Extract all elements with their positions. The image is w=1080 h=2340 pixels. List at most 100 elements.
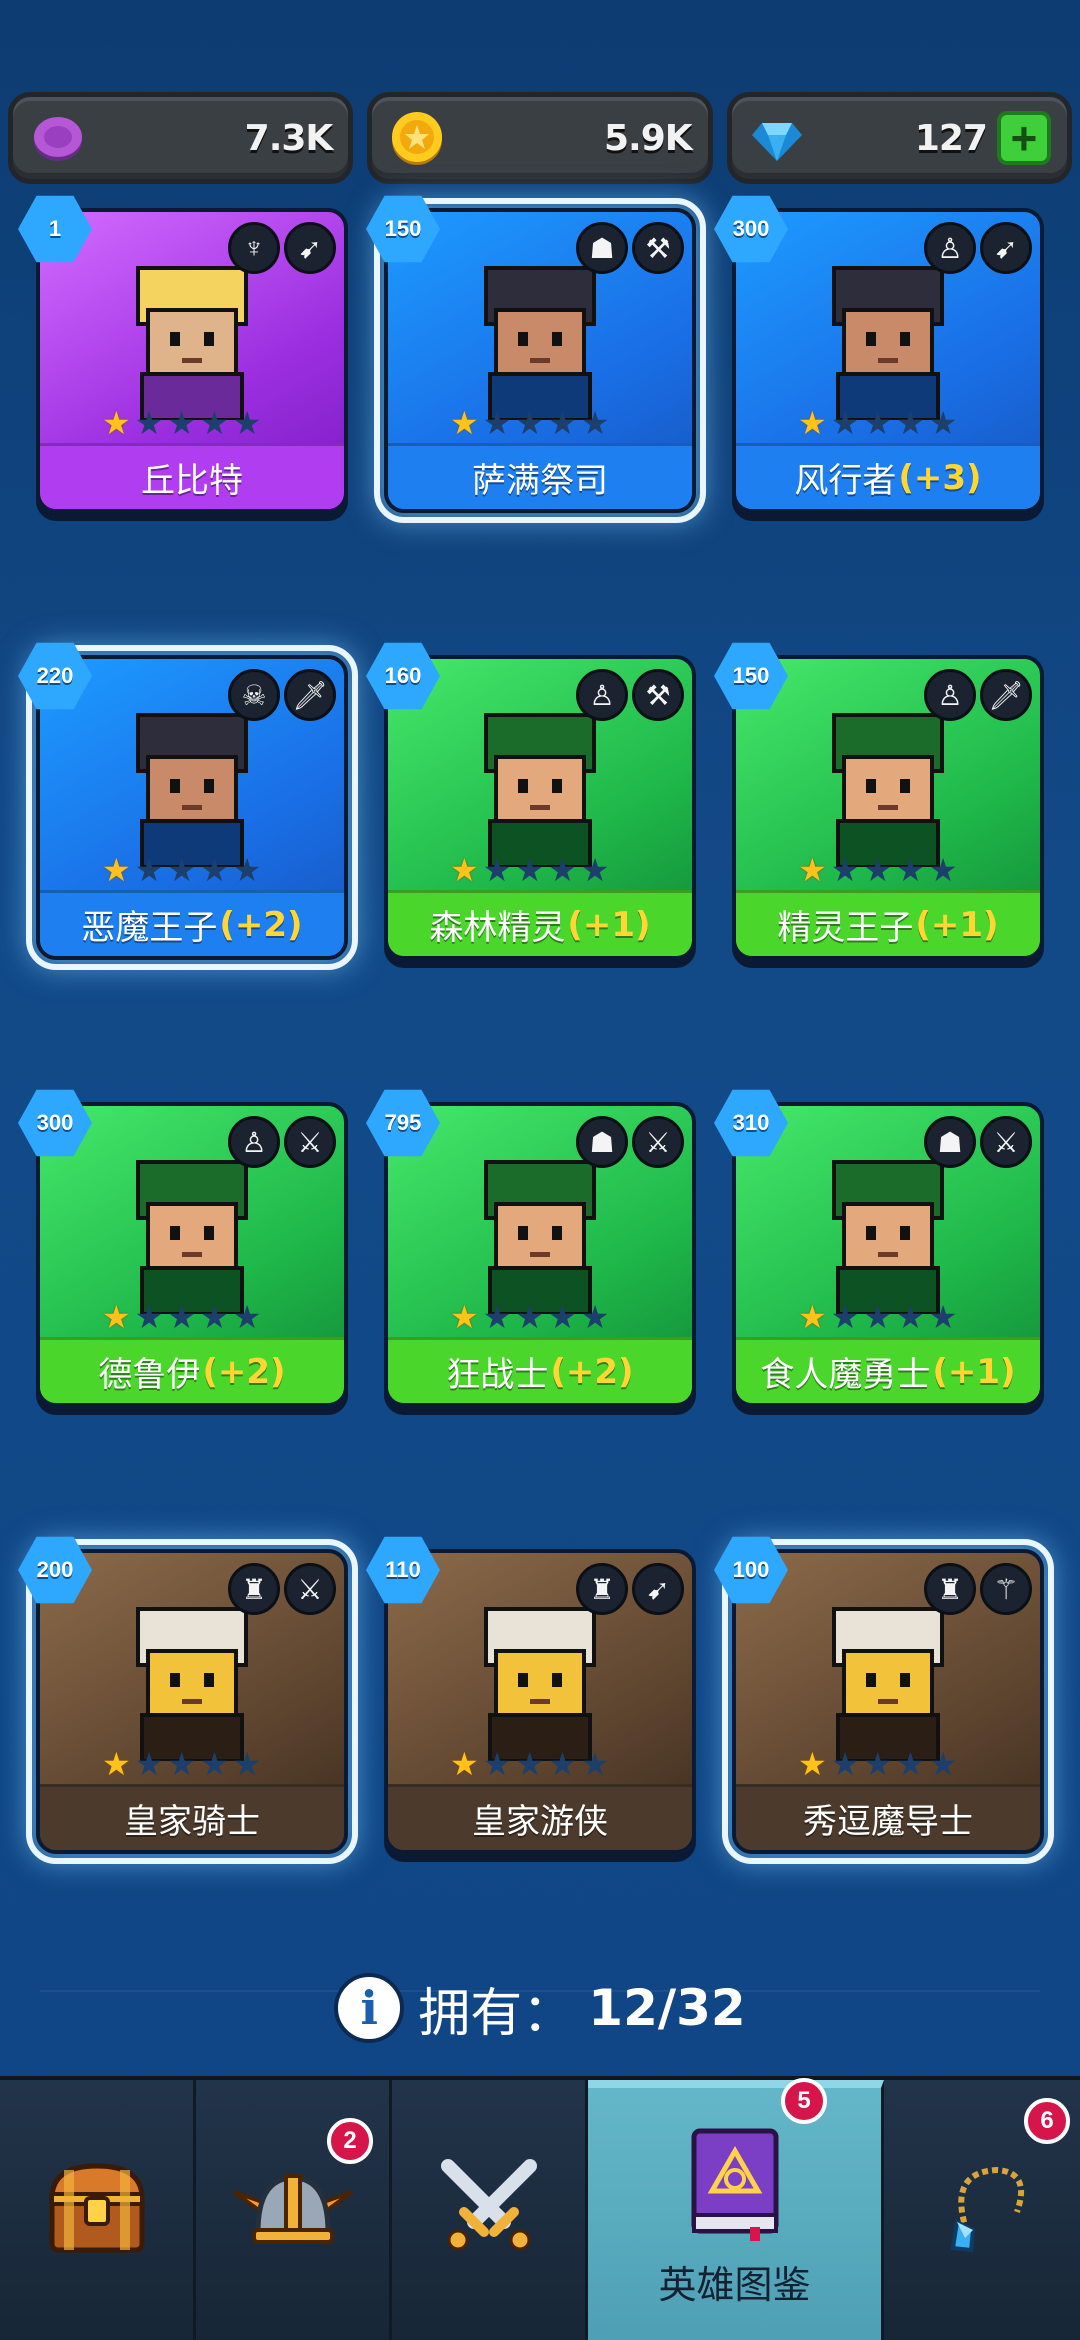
star-icon: ★ (863, 405, 893, 441)
hero-card-wrapper: ♙ 🗡 ★ ★ ★ ★ ★ 精灵王子 (+1) 150 (714, 642, 1044, 960)
nav-amulet-badge: 6 (1024, 2098, 1070, 2144)
hero-name-text: 秀逗魔导士 (803, 1802, 973, 1842)
star-rating: ★ ★ ★ ★ ★ (102, 1301, 261, 1333)
purple-coin-counter[interactable]: 7.3K (8, 92, 354, 184)
hero-name-text: 风行者 (794, 461, 897, 501)
hero-card-wrapper: ♙ ⚔ ★ ★ ★ ★ ★ 德鲁伊 (+2) 300 (18, 1089, 348, 1407)
hero-card-wrapper: ♙ ⚒ ★ ★ ★ ★ ★ 森林精灵 (+1) 160 (366, 642, 696, 960)
hero-name: 精灵王子 (+1) (736, 890, 1040, 956)
hero-cost: 1 (18, 195, 92, 263)
hero-cost-badge: 110 (366, 1533, 440, 1607)
nav-heroes[interactable]: 2 (196, 2080, 392, 2340)
orc-icon: ☗ (576, 222, 628, 274)
hammer-icon: ⚒ (632, 669, 684, 721)
star-rating: ★ ★ ★ ★ ★ (798, 854, 957, 886)
star-icon: ★ (863, 1299, 893, 1335)
hero-name: 风行者 (+3) (736, 443, 1040, 509)
sword-icon: ⚔ (284, 1116, 336, 1168)
elf-icon: ♙ (576, 669, 628, 721)
hero-portrait (484, 1160, 596, 1314)
star-icon: ★ (482, 1299, 512, 1335)
nav-hero-codex-badge: 5 (781, 2078, 827, 2124)
owned-value: 12/32 (588, 1979, 746, 2037)
hero-cost: 310 (714, 1089, 788, 1157)
hero-card-wrapper: ♜ ⚚ ★ ★ ★ ★ ★ 秀逗魔导士 100 (714, 1536, 1054, 1864)
gem-counter[interactable]: 127 + (726, 92, 1072, 184)
star-icon: ★ (232, 852, 262, 888)
hero-cost: 300 (18, 1089, 92, 1157)
hero-name: 秀逗魔导士 (736, 1784, 1040, 1850)
hero-name: 皇家游侠 (388, 1784, 692, 1850)
dagger-icon: 🗡 (980, 669, 1032, 721)
add-gems-button[interactable]: + (996, 111, 1051, 165)
elf-icon: ♙ (924, 222, 976, 274)
star-icon: ★ (928, 1299, 958, 1335)
demon-skull-icon: ☠ (228, 669, 280, 721)
hero-portrait (136, 713, 248, 867)
star-icon: ★ (928, 1746, 958, 1782)
star-icon: ★ (548, 405, 577, 441)
spellbook-icon (680, 2123, 790, 2248)
star-icon: ★ (232, 405, 262, 441)
nav-heroes-badge: 2 (327, 2118, 373, 2164)
hero-cost-badge: 1 (18, 192, 92, 266)
star-icon: ★ (896, 405, 925, 441)
star-icon: ★ (134, 852, 164, 888)
hero-name: 皇家骑士 (40, 1784, 344, 1850)
hero-portrait (484, 1607, 596, 1761)
star-icon: ★ (232, 1746, 262, 1782)
star-icon: ★ (863, 852, 893, 888)
info-icon[interactable]: i (334, 1973, 405, 2043)
nav-chest[interactable] (0, 2080, 196, 2340)
star-rating: ★ ★ ★ ★ ★ (798, 407, 957, 439)
hero-cost: 200 (18, 1536, 92, 1604)
orc-icon: ☗ (924, 1116, 976, 1168)
star-icon: ★ (580, 405, 610, 441)
star-rating: ★ ★ ★ ★ ★ (450, 1301, 609, 1333)
hero-portrait (136, 266, 248, 420)
hero-grid: ♆ ➹ ★ ★ ★ ★ ★ 丘比特 1 ☗ ⚒ ★ ★ ★ ★ ★ 萨满祭司 150 ♙ ➹ ★ ★ ★ ★ ★ 风行者 (+3) 3… (18, 195, 1054, 1864)
crossed-swords-icon (434, 2152, 544, 2267)
hero-name: 食人魔勇士 (+1) (736, 1337, 1040, 1403)
hero-name-text: 皇家骑士 (124, 1802, 260, 1842)
star-icon: ★ (167, 405, 197, 441)
gold-coin-icon (388, 109, 446, 167)
hero-cost-badge: 300 (18, 1086, 92, 1160)
star-icon: ★ (200, 1746, 229, 1782)
hero-name: 森林精灵 (+1) (388, 890, 692, 956)
nav-amulet[interactable]: 6 (884, 2080, 1080, 2340)
gold-coin-counter[interactable]: 5.9K (367, 92, 713, 184)
hero-name-text: 食人魔勇士 (760, 1355, 931, 1395)
owned-counter: i 拥有： 12/32 (0, 1968, 1080, 2048)
star-icon: ★ (548, 1746, 577, 1782)
elf-icon: ♙ (924, 669, 976, 721)
hero-bonus: (+2) (219, 904, 303, 945)
amulet-icon (927, 2152, 1037, 2267)
bottom-nav: 2 英雄图鉴 5 6 (0, 2076, 1080, 2340)
hero-cost-badge: 160 (366, 639, 440, 713)
star-icon: ★ (450, 405, 479, 441)
hero-name-text: 森林精灵 (429, 908, 566, 948)
nav-battle[interactable] (392, 2080, 588, 2340)
treasure-chest-icon (42, 2152, 152, 2267)
star-icon: ★ (928, 852, 958, 888)
star-icon: ★ (167, 1299, 197, 1335)
star-icon: ★ (580, 1746, 610, 1782)
star-rating: ★ ★ ★ ★ ★ (798, 1748, 957, 1780)
purple-coin-value: 7.3K (244, 117, 334, 159)
bow-icon: ➹ (284, 222, 336, 274)
star-icon: ★ (134, 405, 164, 441)
bow-icon: ➹ (980, 222, 1032, 274)
hero-card-wrapper: ♙ ➹ ★ ★ ★ ★ ★ 风行者 (+3) 300 (714, 195, 1044, 513)
star-icon: ★ (830, 405, 860, 441)
knight-helmet-icon: ♜ (576, 1563, 628, 1615)
hero-cost: 300 (714, 195, 788, 263)
hero-card-wrapper: ☗ ⚔ ★ ★ ★ ★ ★ 狂战士 (+2) 795 (366, 1089, 696, 1407)
star-icon: ★ (580, 852, 610, 888)
hero-name-text: 德鲁伊 (98, 1355, 201, 1395)
star-icon: ★ (200, 1299, 229, 1335)
nav-hero-codex[interactable]: 英雄图鉴 5 (588, 2078, 884, 2340)
hero-card-wrapper: ☠ 🗡 ★ ★ ★ ★ ★ 恶魔王子 (+2) 220 (18, 642, 358, 970)
hero-cost-badge: 100 (714, 1533, 788, 1607)
nav-hero-codex-label: 英雄图鉴 (658, 2263, 811, 2307)
